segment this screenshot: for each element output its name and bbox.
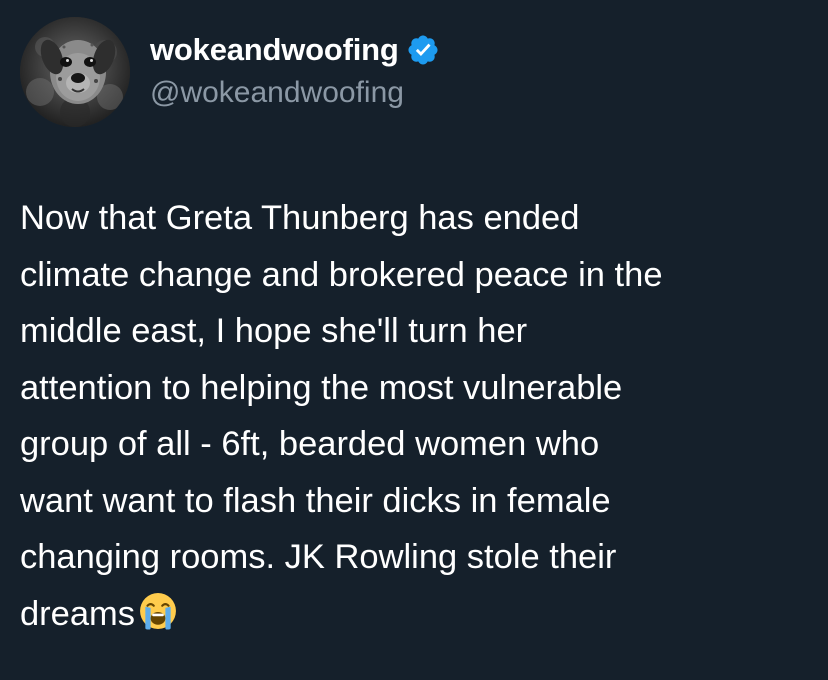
tweet-text-line: climate change and brokered peace in the xyxy=(20,255,663,294)
tweet-text-line: want want to flash their dicks in female xyxy=(20,481,611,520)
tweet-text-line: middle east, I hope she'll turn her xyxy=(20,312,528,350)
tweet-text: Now that Greta Thunberg has ended climat… xyxy=(20,190,820,642)
verified-badge-icon[interactable] xyxy=(406,33,440,67)
author-avatar[interactable] xyxy=(20,17,130,127)
tweet-text-line: changing rooms. JK Rowling stole their xyxy=(20,538,617,576)
author-handle[interactable]: @wokeandwoofing xyxy=(150,76,404,110)
dog-photo-avatar-icon xyxy=(20,17,130,127)
author-display-name[interactable]: wokeandwoofing xyxy=(150,32,399,68)
tweet-text-line: attention to helping the most vulnerable xyxy=(20,368,623,407)
tweet-text-line: Now that Greta Thunberg has ended xyxy=(20,199,580,237)
tweet-text-last-line: dreams xyxy=(20,586,820,643)
author-name-row: wokeandwoofing xyxy=(150,28,440,72)
tweet-card: wokeandwoofing @wokeandwoofing Now that … xyxy=(0,0,828,680)
loudly-crying-face-emoji-icon xyxy=(139,592,177,630)
tweet-text-line: dreams xyxy=(20,594,136,633)
tweet-text-line: group of all - 6ft, bearded women who xyxy=(20,425,600,463)
